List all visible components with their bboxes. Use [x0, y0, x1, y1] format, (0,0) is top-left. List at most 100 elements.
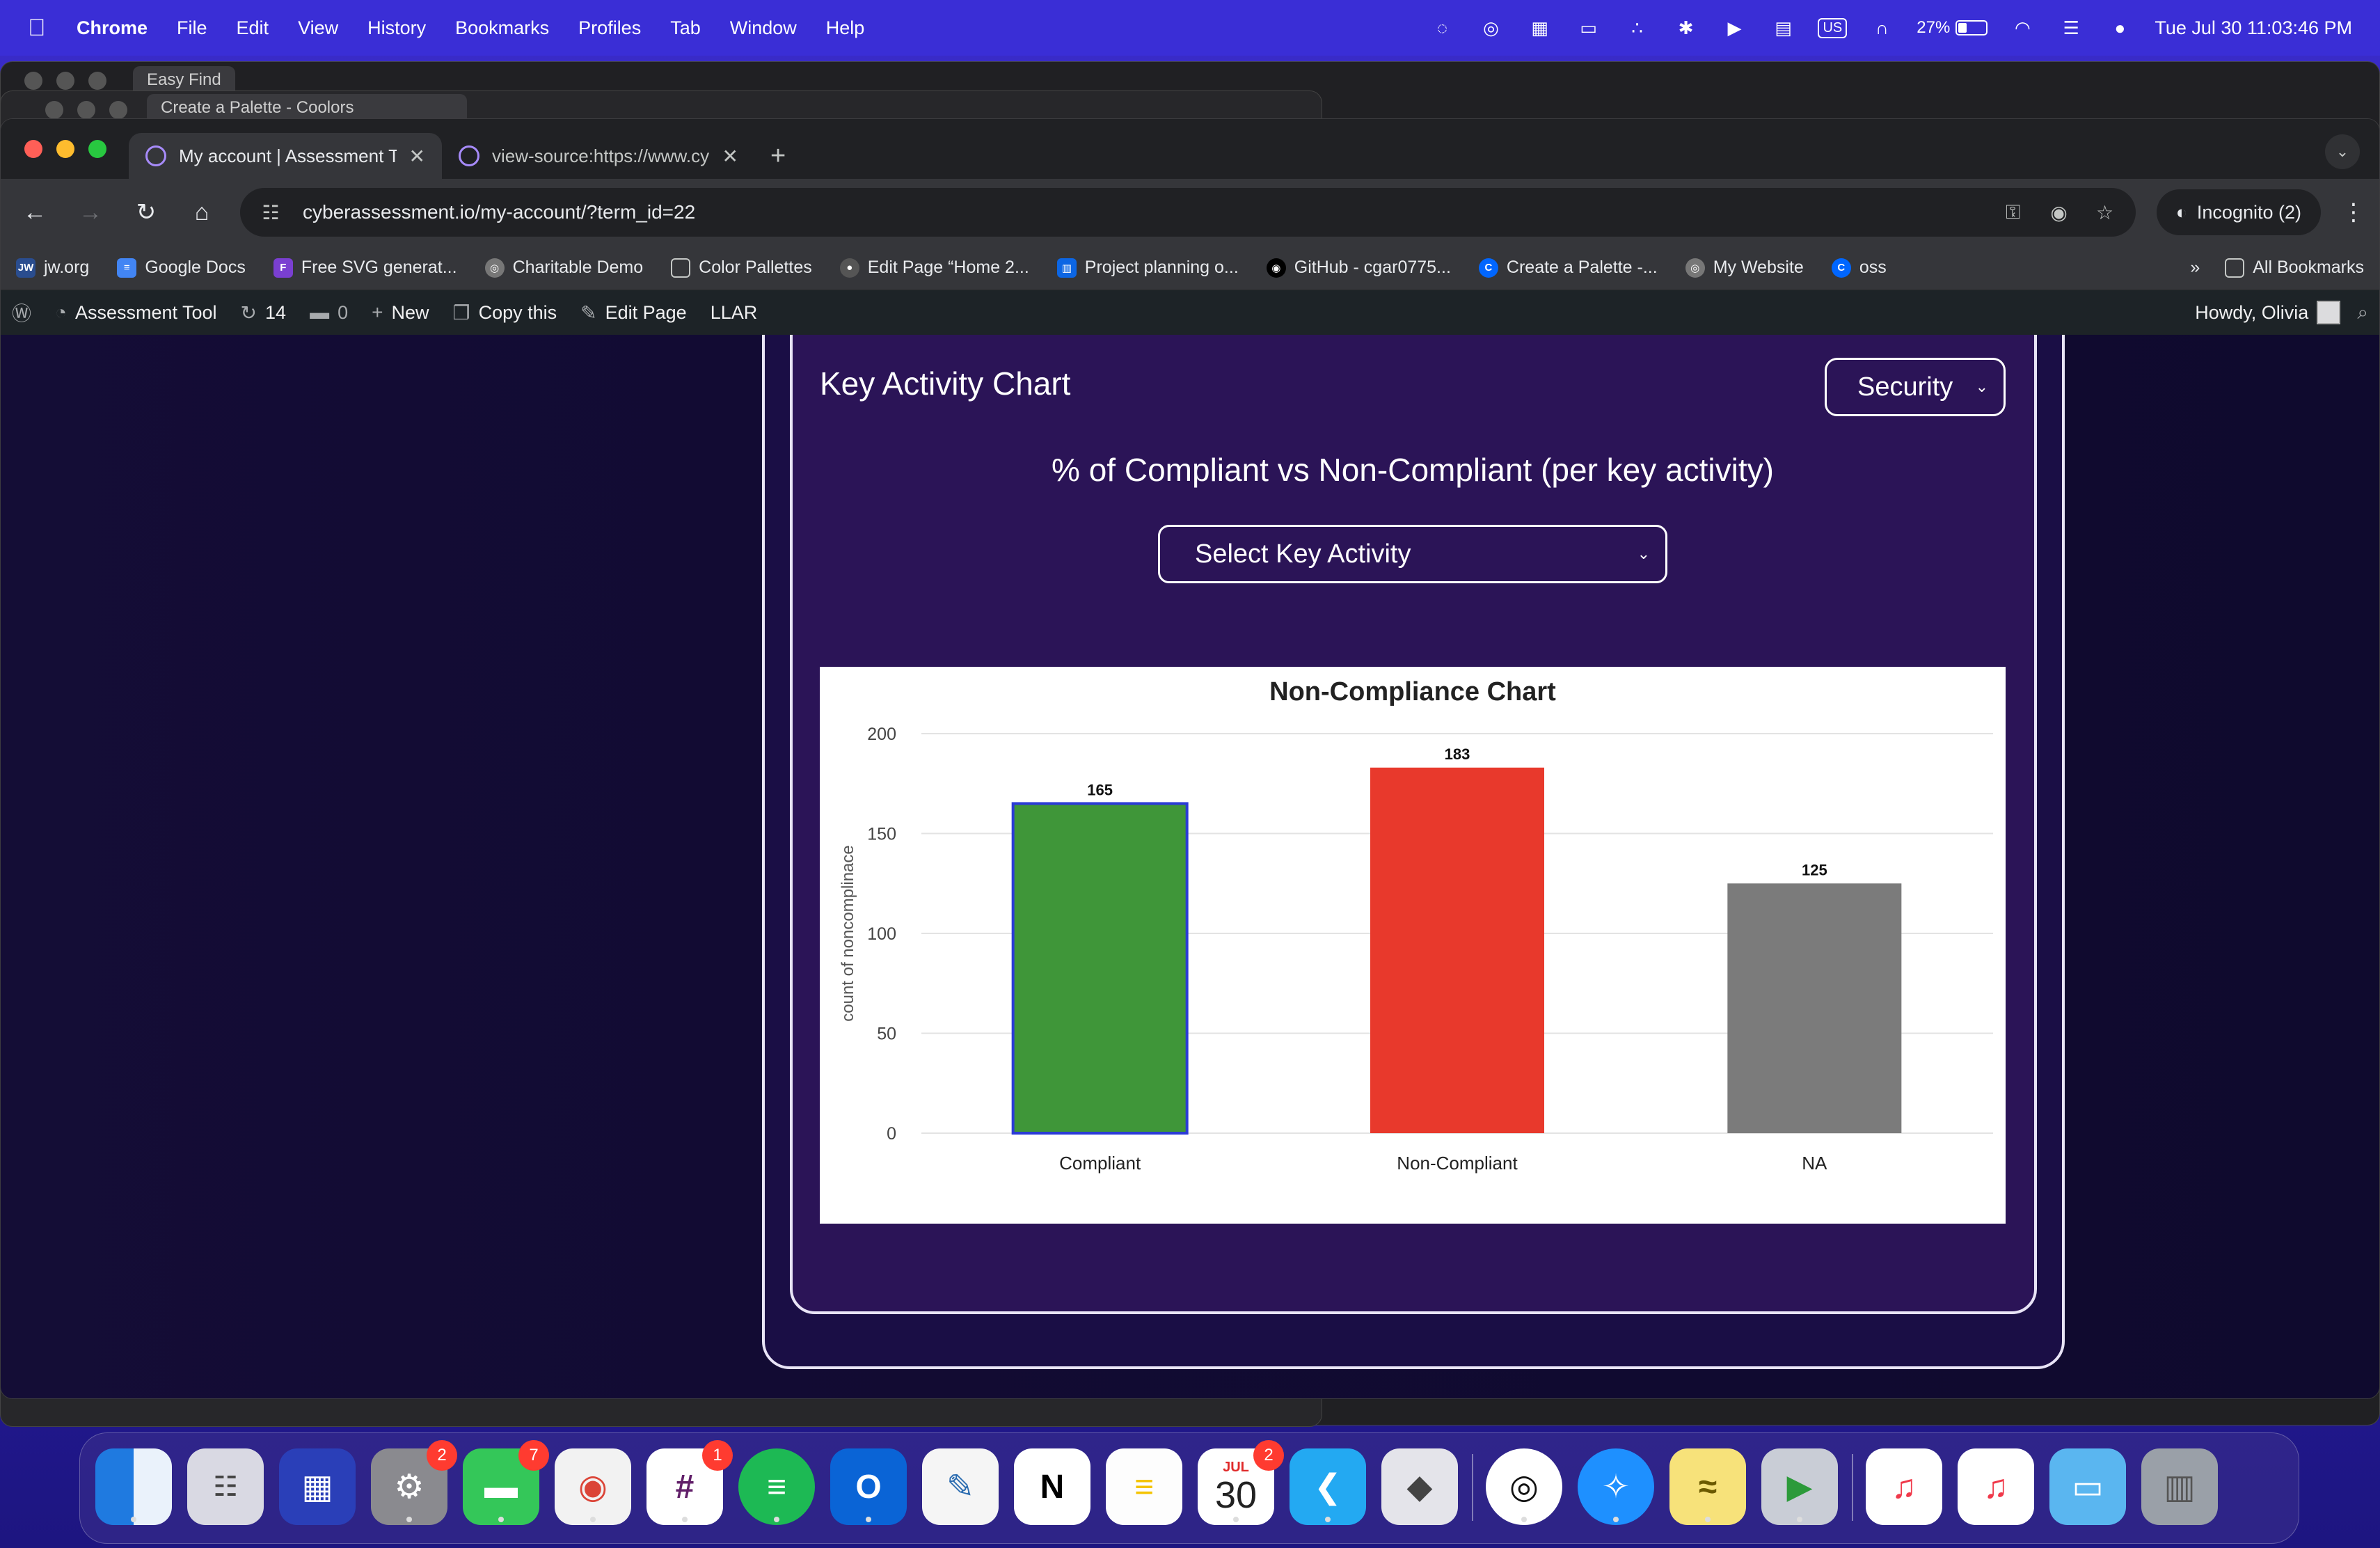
battery-indicator[interactable]: 27% [1917, 18, 1988, 38]
airdrop-status-icon[interactable]: ◎ [1477, 17, 1505, 38]
chrome-menu-icon[interactable]: ⋮ [2342, 198, 2365, 226]
url-text[interactable]: cyberassessment.io/my-account/?term_id=2… [303, 201, 1981, 223]
launchpad-icon[interactable]: ☷ [187, 1448, 264, 1525]
bookmark-star-icon[interactable]: ☆ [2091, 201, 2119, 224]
menu-window[interactable]: Window [730, 17, 797, 39]
safari-icon[interactable]: ✧ [1578, 1448, 1654, 1525]
sequel-database-icon[interactable]: ▶ [1761, 1448, 1838, 1525]
menu-view[interactable]: View [298, 17, 338, 39]
play-status-icon[interactable]: ▶ [1720, 17, 1748, 38]
bookmark-github[interactable]: ◉ GitHub - cgar0775... [1266, 258, 1451, 278]
eye-slash-icon[interactable]: ◉ [2045, 201, 2073, 224]
tab-my-account[interactable]: My account | Assessment Too ✕ [129, 133, 442, 179]
display-status-icon[interactable]: ▭ [1574, 17, 1602, 38]
bookmark-project-planning[interactable]: ▥ Project planning o... [1056, 258, 1239, 278]
wordpress-logo-icon[interactable]: Ⓦ [12, 299, 31, 326]
mosaic-app-icon[interactable]: ▦ [279, 1448, 356, 1525]
bookmark-color-pallettes[interactable]: Color Pallettes [671, 258, 812, 278]
password-key-icon[interactable]: ⚿ [1999, 201, 2027, 224]
notes-icon[interactable]: ≡ [1106, 1448, 1182, 1525]
wp-howdy-account[interactable]: Howdy, Olivia [2195, 301, 2341, 324]
chrome-icon[interactable]: ◉ [555, 1448, 631, 1525]
keyboard-input-indicator[interactable]: US [1818, 17, 1848, 38]
menu-help[interactable]: Help [826, 17, 865, 39]
slack-icon[interactable]: #1 [646, 1440, 733, 1525]
downloads-folder-icon[interactable]: ▭ [2049, 1448, 2126, 1525]
tab-close-icon[interactable]: ✕ [722, 145, 738, 168]
siri-icon[interactable]: ● [2106, 17, 2134, 38]
search-icon[interactable]: ⌕ [2357, 301, 2368, 324]
site-info-icon[interactable]: ☷ [257, 201, 285, 224]
bluetooth-icon[interactable]: ✱ [1672, 17, 1699, 38]
activity-status-icon[interactable]: ∴ [1623, 17, 1651, 38]
apple-menu-icon[interactable]:  [28, 16, 49, 40]
bookmark-oss[interactable]: Coss [1831, 258, 1887, 278]
background-tab-easy-find[interactable]: Easy Find [133, 66, 235, 94]
home-icon[interactable]: ⌂ [184, 195, 219, 230]
settings-badge: 2 [427, 1440, 457, 1471]
more-bookmarks-chevron-icon[interactable]: » [2190, 258, 2200, 278]
bookmark-free-svg[interactable]: F Free SVG generat... [273, 258, 457, 278]
new-tab-plus-icon[interactable]: + [770, 133, 786, 179]
headphones-icon[interactable]: ∩ [1868, 17, 1896, 38]
menu-history[interactable]: History [367, 17, 426, 39]
bookmark-create-palette[interactable]: C Create a Palette -... [1478, 258, 1658, 278]
finder-icon[interactable] [95, 1448, 172, 1525]
menu-bookmarks[interactable]: Bookmarks [455, 17, 549, 39]
wifi-icon[interactable]: ◠ [2008, 17, 2036, 38]
close-window-icon[interactable] [24, 140, 42, 158]
security-dropdown[interactable]: Security ⌄ [1825, 358, 2006, 416]
wp-llar[interactable]: LLAR [711, 302, 758, 324]
menubar-clock[interactable]: Tue Jul 30 11:03:46 PM [2155, 17, 2352, 39]
background-tab-coolors[interactable]: Create a Palette - Coolors [147, 94, 467, 122]
menu-tab[interactable]: Tab [670, 17, 701, 39]
spotify-icon[interactable]: ≡ [738, 1448, 815, 1525]
mp3-file-icon[interactable]: ♫ [1958, 1448, 2034, 1525]
wp-comments[interactable]: ▬ 0 [310, 301, 348, 324]
spiral-status-icon[interactable]: ◌ [1428, 17, 1456, 38]
outlook-icon[interactable]: O [830, 1448, 907, 1525]
tab-search-chevron-icon[interactable]: ⌄ [2325, 134, 2360, 169]
menu-edit[interactable]: Edit [237, 17, 269, 39]
minimize-window-icon[interactable] [56, 140, 74, 158]
reload-icon[interactable]: ↻ [129, 195, 164, 230]
vscode-icon[interactable]: ❮ [1290, 1448, 1366, 1525]
tab-view-source[interactable]: view-source:https://www.cyb ✕ [442, 133, 755, 179]
bookmark-my-website[interactable]: ◎ My Website [1685, 258, 1804, 278]
incognito-badge[interactable]: ◐ Incognito (2) [2156, 189, 2321, 235]
freeform-icon[interactable]: ✎ [922, 1448, 999, 1525]
stickies-icon[interactable]: ≈ [1669, 1448, 1746, 1525]
zoom-window-icon[interactable] [88, 140, 106, 158]
wp-site-name[interactable]: ◔ Assessment Tool [55, 301, 217, 324]
roblox-icon[interactable]: ◆ [1381, 1448, 1458, 1525]
control-center-icon[interactable]: ☰ [2057, 17, 2085, 38]
bookmark-edit-page[interactable]: ● Edit Page “Home 2... [839, 258, 1029, 278]
wp-edit-page[interactable]: ✎ Edit Page [580, 301, 687, 324]
menu-app-name[interactable]: Chrome [77, 17, 148, 39]
wp-new[interactable]: + New [372, 301, 429, 324]
mp3-file-icon[interactable]: ♫ [1866, 1448, 1942, 1525]
all-bookmarks-button[interactable]: All Bookmarks [2225, 258, 2364, 278]
window-status-icon[interactable]: ▦ [1525, 17, 1553, 38]
key-activity-dropdown[interactable]: Select Key Activity ⌄ [1158, 525, 1667, 583]
bookmark-google-docs[interactable]: ≡ Google Docs [117, 258, 246, 278]
forward-arrow-icon[interactable]: → [73, 195, 108, 230]
notion-icon[interactable]: N [1014, 1448, 1090, 1525]
wireframe-app-icon[interactable]: ◎ [1486, 1448, 1562, 1525]
back-arrow-icon[interactable]: ← [17, 195, 52, 230]
calendar-badge: 2 [1253, 1440, 1284, 1471]
wp-copy-this[interactable]: ❐ Copy this [452, 301, 557, 324]
wp-updates[interactable]: ↻ 14 [241, 301, 287, 324]
system-settings-icon[interactable]: ⚙ 2 [371, 1440, 457, 1525]
bookmark-jw-org[interactable]: JW jw.org [16, 258, 89, 278]
trash-icon[interactable]: ▥ [2141, 1448, 2218, 1525]
tab-close-icon[interactable]: ✕ [409, 145, 425, 168]
bookmark-charitable-demo[interactable]: ◎ Charitable Demo [484, 258, 643, 278]
address-bar[interactable]: ☷ cyberassessment.io/my-account/?term_id… [240, 188, 2136, 237]
menu-file[interactable]: File [177, 17, 207, 39]
menu-profiles[interactable]: Profiles [578, 17, 641, 39]
bookmark-label: jw.org [44, 258, 90, 277]
bed-status-icon[interactable]: ▤ [1769, 17, 1797, 38]
messages-icon[interactable]: ▬ 7 [463, 1440, 549, 1525]
calendar-icon[interactable]: JUL 30 2 [1198, 1440, 1284, 1525]
